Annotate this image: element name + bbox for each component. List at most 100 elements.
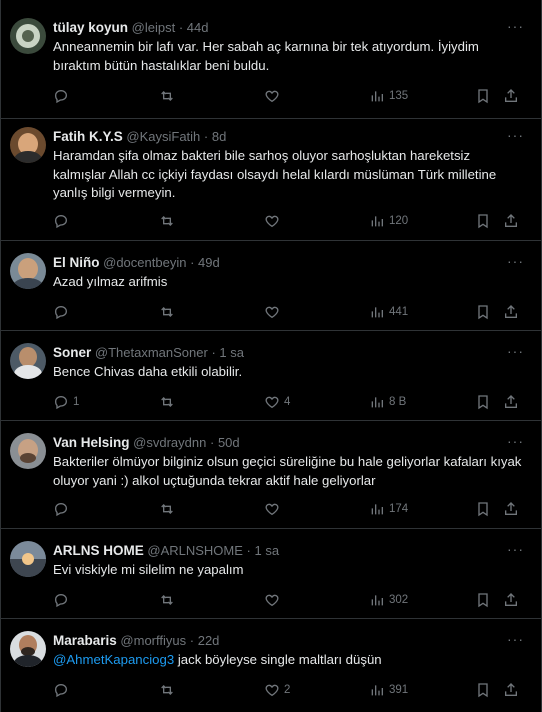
views-count: 135	[389, 90, 409, 102]
timestamp[interactable]: 8d	[212, 129, 226, 144]
retweet-button[interactable]	[159, 681, 179, 699]
avatar[interactable]	[10, 433, 46, 469]
more-options-icon[interactable]: ···	[507, 344, 523, 361]
bookmark-button[interactable]	[475, 212, 491, 230]
display-name[interactable]: Van Helsing	[53, 435, 130, 450]
views-bar-chart-icon	[371, 216, 383, 227]
user-handle[interactable]: @ThetaxmanSoner	[95, 345, 208, 360]
bookmark-button[interactable]	[475, 500, 491, 518]
views-button[interactable]: 174	[369, 500, 408, 518]
user-handle[interactable]: @leipst	[132, 20, 176, 35]
more-options-icon[interactable]: ···	[507, 542, 523, 559]
tweet[interactable]: tülay koyun @leipst · 44d ··· Anneannemi…	[1, 0, 541, 119]
like-button[interactable]: 4	[264, 393, 290, 411]
display-name[interactable]: El Niño	[53, 255, 100, 270]
tweet[interactable]: Fatih K.Y.S @KaysiFatih · 8d ··· Haramda…	[1, 119, 541, 241]
timestamp[interactable]: 44d	[187, 20, 209, 35]
separator-dot: ·	[246, 543, 251, 558]
retweet-button[interactable]	[159, 303, 179, 321]
retweet-button[interactable]	[159, 500, 179, 518]
share-button[interactable]	[503, 393, 519, 411]
tweet[interactable]: El Niño @docentbeyin · 49d ··· Azad yılm…	[1, 241, 541, 331]
retweet-button[interactable]	[159, 393, 179, 411]
avatar[interactable]	[10, 18, 46, 54]
reply-button[interactable]	[53, 303, 73, 321]
like-button[interactable]	[264, 87, 284, 105]
like-button[interactable]	[264, 500, 284, 518]
avatar[interactable]	[10, 127, 46, 163]
retweet-icon	[161, 595, 173, 605]
like-button[interactable]	[264, 591, 284, 609]
views-count: 8 B	[389, 396, 407, 408]
tweet[interactable]: Van Helsing @svdraydnn · 50d ··· Bakteri…	[1, 421, 541, 529]
views-button[interactable]: 302	[369, 591, 408, 609]
like-button[interactable]	[264, 212, 284, 230]
bookmark-button[interactable]	[475, 393, 491, 411]
display-name[interactable]: Fatih K.Y.S	[53, 129, 123, 144]
heart-icon	[265, 90, 279, 103]
share-icon	[505, 683, 517, 696]
like-button[interactable]	[264, 303, 284, 321]
views-button[interactable]: 391	[369, 681, 408, 699]
action-bar: 2 391	[53, 681, 523, 699]
share-icon	[505, 305, 517, 318]
reply-button[interactable]: 1	[53, 393, 79, 411]
share-icon	[505, 502, 517, 515]
retweet-button[interactable]	[159, 591, 179, 609]
bookmark-button[interactable]	[475, 591, 491, 609]
display-name[interactable]: Marabaris	[53, 633, 117, 648]
avatar[interactable]	[10, 541, 46, 577]
timestamp[interactable]: 22d	[198, 633, 220, 648]
avatar[interactable]	[10, 631, 46, 667]
more-options-icon[interactable]: ···	[507, 128, 523, 145]
views-button[interactable]: 441	[369, 303, 408, 321]
share-button[interactable]	[503, 681, 519, 699]
reply-button[interactable]	[53, 591, 73, 609]
reply-button[interactable]	[53, 212, 73, 230]
reply-button[interactable]	[53, 681, 73, 699]
avatar[interactable]	[10, 343, 46, 379]
share-button[interactable]	[503, 212, 519, 230]
retweet-button[interactable]	[159, 212, 179, 230]
timestamp[interactable]: 1 sa	[219, 345, 244, 360]
timestamp[interactable]: 1 sa	[255, 543, 280, 558]
more-options-icon[interactable]: ···	[507, 19, 523, 36]
like-button[interactable]: 2	[264, 681, 290, 699]
tweet-header: Soner @ThetaxmanSoner · 1 sa	[53, 343, 244, 363]
timestamp[interactable]: 49d	[198, 255, 220, 270]
reply-button[interactable]	[53, 500, 73, 518]
bookmark-button[interactable]	[475, 303, 491, 321]
bookmark-icon	[478, 683, 488, 698]
user-handle[interactable]: @svdraydnn	[133, 435, 206, 450]
bookmark-button[interactable]	[475, 87, 491, 105]
tweet[interactable]: Soner @ThetaxmanSoner · 1 sa ··· Bence C…	[1, 331, 541, 421]
views-count: 120	[389, 215, 409, 227]
mention-link[interactable]: @AhmetKapanciog3	[53, 652, 174, 667]
share-button[interactable]	[503, 87, 519, 105]
more-options-icon[interactable]: ···	[507, 254, 523, 271]
display-name[interactable]: ARLNS HOME	[53, 543, 144, 558]
share-button[interactable]	[503, 500, 519, 518]
views-button[interactable]: 120	[369, 212, 408, 230]
user-handle[interactable]: @docentbeyin	[103, 255, 186, 270]
bookmark-button[interactable]	[475, 681, 491, 699]
share-button[interactable]	[503, 591, 519, 609]
more-options-icon[interactable]: ···	[507, 434, 523, 451]
reply-button[interactable]	[53, 87, 73, 105]
user-handle[interactable]: @morffiyus	[120, 633, 186, 648]
display-name[interactable]: tülay koyun	[53, 20, 128, 35]
user-handle[interactable]: @ARLNSHOME	[147, 543, 243, 558]
tweet[interactable]: ARLNS HOME @ARLNSHOME · 1 sa ··· Evi vis…	[1, 529, 541, 619]
share-button[interactable]	[503, 303, 519, 321]
avatar[interactable]	[10, 253, 46, 289]
reply-count: 1	[73, 396, 80, 408]
timestamp[interactable]: 50d	[218, 435, 240, 450]
user-handle[interactable]: @KaysiFatih	[126, 129, 200, 144]
tweet[interactable]: Marabaris @morffiyus · 22d ··· @AhmetKap…	[1, 619, 541, 712]
retweet-button[interactable]	[159, 87, 179, 105]
reply-icon	[54, 683, 68, 698]
views-button[interactable]: 8 B	[369, 393, 406, 411]
views-button[interactable]: 135	[369, 87, 408, 105]
display-name[interactable]: Soner	[53, 345, 91, 360]
more-options-icon[interactable]: ···	[507, 632, 523, 649]
